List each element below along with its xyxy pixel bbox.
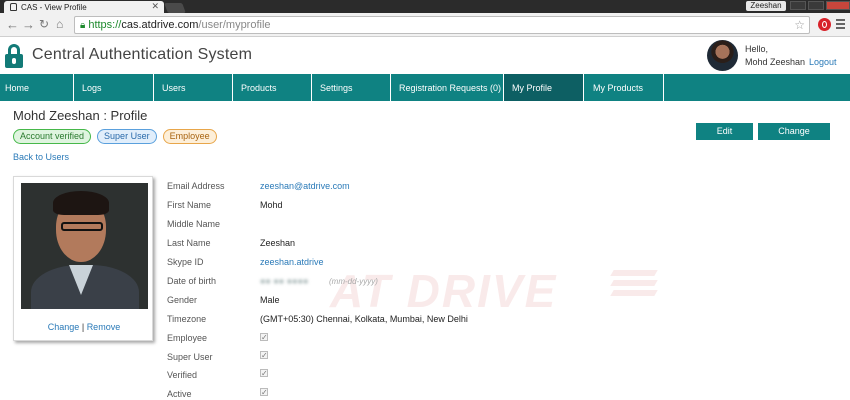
- url-host: cas.atdrive.com: [121, 19, 199, 31]
- skype-label: Skype ID: [167, 257, 204, 267]
- main-nav: Home Logs Users Products Settings Regist…: [0, 74, 850, 101]
- dob-format-hint: (mm-dd-yyyy): [329, 277, 378, 286]
- home-icon[interactable]: ⌂: [56, 17, 63, 31]
- employee-checkbox[interactable]: ✓: [260, 333, 268, 342]
- change-photo-link[interactable]: Change: [48, 322, 80, 332]
- timezone-label: Timezone: [167, 314, 207, 324]
- nav-my-profile[interactable]: My Profile: [504, 74, 584, 101]
- remove-photo-link[interactable]: Remove: [87, 322, 121, 332]
- back-arrow-icon[interactable]: ←: [6, 17, 19, 32]
- active-checkbox[interactable]: ✓: [260, 388, 268, 397]
- timezone-value: (GMT+05:30) Chennai, Kolkata, Mumbai, Ne…: [260, 314, 468, 324]
- middle-name-label: Middle Name: [167, 219, 221, 229]
- profile-photo: [21, 183, 148, 309]
- forward-arrow-icon[interactable]: →: [22, 17, 35, 32]
- bookmark-star-icon[interactable]: ☆: [794, 18, 805, 32]
- super-user-checkbox[interactable]: ✓: [260, 351, 268, 360]
- nav-home[interactable]: Home: [0, 74, 74, 101]
- badge-employee: Employee: [162, 129, 217, 144]
- status-badges: Account verified Super User Employee: [13, 129, 223, 144]
- dob-label: Date of birth: [167, 276, 217, 286]
- atdrive-watermark: AT DRIVE: [330, 265, 558, 317]
- verified-checkbox[interactable]: ✓: [260, 369, 268, 378]
- photo-actions: Change | Remove: [14, 322, 154, 332]
- browser-menu-icon[interactable]: [836, 19, 845, 31]
- browser-profile-button[interactable]: Zeeshan: [746, 1, 786, 11]
- email-label: Email Address: [167, 181, 225, 191]
- nav-my-products[interactable]: My Products: [584, 74, 664, 101]
- browser-tab[interactable]: CAS - View Profile ✕: [4, 1, 164, 13]
- extension-icon[interactable]: [818, 18, 831, 31]
- greeting: Hello,: [745, 44, 769, 54]
- employee-label: Employee: [167, 333, 208, 343]
- back-to-users-link[interactable]: Back to Users: [13, 152, 69, 162]
- badge-account-verified: Account verified: [13, 129, 92, 144]
- user-name: Mohd Zeeshan: [745, 57, 806, 67]
- badge-super-user: Super User: [97, 129, 157, 144]
- url-scheme: https://: [88, 19, 122, 31]
- browser-toolbar: ← → ↻ ⌂ 🔒︎ https://cas.atdrive.com/user/…: [0, 13, 850, 37]
- change-password-button[interactable]: Change Password: [758, 123, 830, 153]
- nav-settings[interactable]: Settings: [312, 74, 391, 101]
- tab-title: CAS - View Profile: [21, 2, 87, 12]
- page-title: Mohd Zeeshan : Profile: [13, 108, 148, 123]
- nav-products[interactable]: Products: [233, 74, 312, 101]
- app-title: Central Authentication System: [32, 46, 253, 63]
- browser-titlebar: CAS - View Profile ✕ Zeeshan: [0, 0, 850, 13]
- last-name-value: Zeeshan: [260, 238, 296, 248]
- first-name-value: Mohd: [260, 200, 283, 210]
- super-user-label: Super User: [167, 352, 213, 362]
- close-tab-icon[interactable]: ✕: [151, 1, 159, 12]
- app-header: Central Authentication System Hello, Moh…: [0, 37, 850, 74]
- nav-logs[interactable]: Logs: [74, 74, 154, 101]
- lock-logo-icon: [5, 44, 23, 68]
- nav-users[interactable]: Users: [154, 74, 233, 101]
- lock-icon: [10, 3, 17, 11]
- gender-label: Gender: [167, 295, 198, 305]
- reload-icon[interactable]: ↻: [39, 17, 49, 31]
- gender-value: Male: [260, 295, 280, 305]
- url-path: /user/myprofile: [198, 19, 271, 31]
- logout-link[interactable]: Logout: [809, 57, 837, 67]
- dob-value-redacted: ●● ●● ●●●●: [260, 276, 309, 286]
- watermark-stripes: [610, 270, 658, 300]
- minimize-button[interactable]: [790, 1, 806, 10]
- email-value[interactable]: zeeshan@atdrive.com: [260, 181, 350, 191]
- avatar: [707, 40, 738, 71]
- last-name-label: Last Name: [167, 238, 211, 248]
- skype-value[interactable]: zeeshan.atdrive: [260, 257, 324, 267]
- edit-button[interactable]: Edit: [696, 123, 753, 140]
- first-name-label: First Name: [167, 200, 212, 210]
- nav-registration-requests[interactable]: Registration Requests (0): [391, 74, 504, 101]
- maximize-button[interactable]: [808, 1, 824, 10]
- window-close-button[interactable]: [826, 1, 850, 10]
- separator: |: [81, 322, 85, 332]
- address-bar[interactable]: 🔒︎ https://cas.atdrive.com/user/myprofil…: [74, 16, 810, 34]
- active-label: Active: [167, 389, 192, 399]
- profile-photo-card: Change | Remove: [13, 176, 153, 341]
- secure-lock-icon: 🔒︎: [80, 19, 86, 31]
- new-tab-button[interactable]: [164, 3, 186, 13]
- verified-label: Verified: [167, 370, 198, 380]
